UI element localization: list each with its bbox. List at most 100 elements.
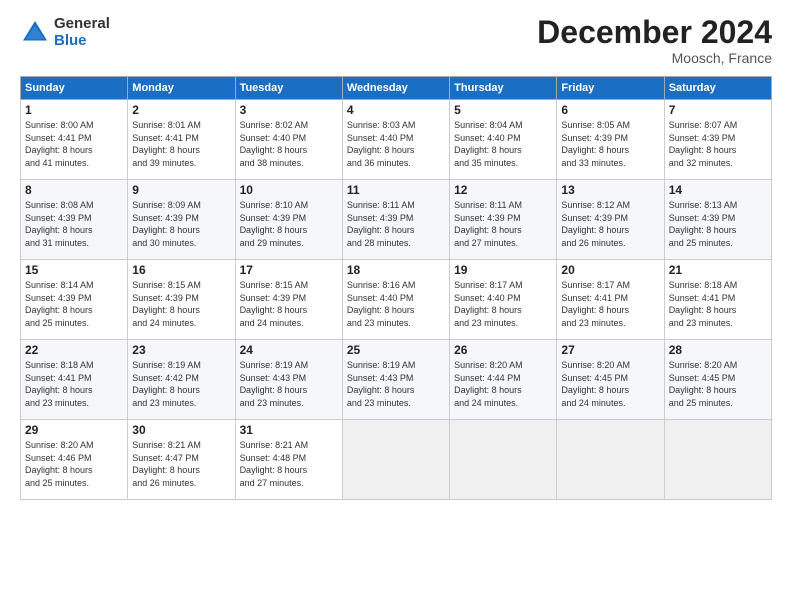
day-cell: 19 Sunrise: 8:17 AM Sunset: 4:40 PM Dayli… — [450, 260, 557, 340]
day-number: 31 — [240, 423, 338, 437]
day-info: Sunrise: 8:19 AM Sunset: 4:43 PM Dayligh… — [240, 359, 338, 409]
day-cell: 3 Sunrise: 8:02 AM Sunset: 4:40 PM Daylig… — [235, 100, 342, 180]
day-number: 19 — [454, 263, 552, 277]
day-info: Sunrise: 8:03 AM Sunset: 4:40 PM Dayligh… — [347, 119, 445, 169]
day-info: Sunrise: 8:19 AM Sunset: 4:43 PM Dayligh… — [347, 359, 445, 409]
day-number: 11 — [347, 183, 445, 197]
day-info: Sunrise: 8:15 AM Sunset: 4:39 PM Dayligh… — [240, 279, 338, 329]
day-cell: 6 Sunrise: 8:05 AM Sunset: 4:39 PM Daylig… — [557, 100, 664, 180]
day-cell: 14 Sunrise: 8:13 AM Sunset: 4:39 PM Dayli… — [664, 180, 771, 260]
day-number: 18 — [347, 263, 445, 277]
day-info: Sunrise: 8:16 AM Sunset: 4:40 PM Dayligh… — [347, 279, 445, 329]
col-header-saturday: Saturday — [664, 77, 771, 100]
day-cell: 7 Sunrise: 8:07 AM Sunset: 4:39 PM Daylig… — [664, 100, 771, 180]
day-number: 15 — [25, 263, 123, 277]
day-info: Sunrise: 8:09 AM Sunset: 4:39 PM Dayligh… — [132, 199, 230, 249]
day-info: Sunrise: 8:13 AM Sunset: 4:39 PM Dayligh… — [669, 199, 767, 249]
day-cell: 5Sunrise: 8:04 AM Sunset: 4:40 PM Daylig… — [450, 100, 557, 180]
day-cell: 12 Sunrise: 8:11 AM Sunset: 4:39 PM Dayli… — [450, 180, 557, 260]
logo-blue: Blue — [54, 33, 110, 50]
day-cell: 28 Sunrise: 8:20 AM Sunset: 4:45 PM Dayli… — [664, 340, 771, 420]
day-info: Sunrise: 8:15 AM Sunset: 4:39 PM Dayligh… — [132, 279, 230, 329]
day-info: Sunrise: 8:14 AM Sunset: 4:39 PM Dayligh… — [25, 279, 123, 329]
day-cell: 18 Sunrise: 8:16 AM Sunset: 4:40 PM Dayli… — [342, 260, 449, 340]
day-number: 17 — [240, 263, 338, 277]
day-info: Sunrise: 8:01 AM Sunset: 4:41 PM Dayligh… — [132, 119, 230, 169]
title-month: December 2024 — [537, 16, 772, 48]
col-header-thursday: Thursday — [450, 77, 557, 100]
title-block: December 2024 Moosch, France — [537, 16, 772, 66]
day-info: Sunrise: 8:17 AM Sunset: 4:40 PM Dayligh… — [454, 279, 552, 329]
week-row-3: 15 Sunrise: 8:14 AM Sunset: 4:39 PM Dayli… — [21, 260, 772, 340]
day-info: Sunrise: 8:21 AM Sunset: 4:48 PM Dayligh… — [240, 439, 338, 489]
day-cell: 2Sunrise: 8:01 AM Sunset: 4:41 PM Daylig… — [128, 100, 235, 180]
day-cell: 20 Sunrise: 8:17 AM Sunset: 4:41 PM Dayli… — [557, 260, 664, 340]
day-number: 6 — [561, 103, 659, 117]
calendar-table: SundayMondayTuesdayWednesdayThursdayFrid… — [20, 76, 772, 500]
calendar-header-row: SundayMondayTuesdayWednesdayThursdayFrid… — [21, 77, 772, 100]
week-row-5: 29Sunrise: 8:20 AM Sunset: 4:46 PM Dayli… — [21, 420, 772, 500]
day-cell: 25 Sunrise: 8:19 AM Sunset: 4:43 PM Dayli… — [342, 340, 449, 420]
day-number: 26 — [454, 343, 552, 357]
day-number: 14 — [669, 183, 767, 197]
day-info: Sunrise: 8:18 AM Sunset: 4:41 PM Dayligh… — [669, 279, 767, 329]
day-info: Sunrise: 8:08 AM Sunset: 4:39 PM Dayligh… — [25, 199, 123, 249]
day-info: Sunrise: 8:21 AM Sunset: 4:47 PM Dayligh… — [132, 439, 230, 489]
day-number: 3 — [240, 103, 338, 117]
day-cell: 23Sunrise: 8:19 AM Sunset: 4:42 PM Dayli… — [128, 340, 235, 420]
week-row-1: 1Sunrise: 8:00 AM Sunset: 4:41 PM Daylig… — [21, 100, 772, 180]
day-cell — [342, 420, 449, 500]
day-cell: 16 Sunrise: 8:15 AM Sunset: 4:39 PM Dayli… — [128, 260, 235, 340]
week-row-2: 8Sunrise: 8:08 AM Sunset: 4:39 PM Daylig… — [21, 180, 772, 260]
day-number: 22 — [25, 343, 123, 357]
day-info: Sunrise: 8:02 AM Sunset: 4:40 PM Dayligh… — [240, 119, 338, 169]
day-cell — [557, 420, 664, 500]
day-cell: 13 Sunrise: 8:12 AM Sunset: 4:39 PM Dayli… — [557, 180, 664, 260]
day-number: 9 — [132, 183, 230, 197]
day-cell: 8Sunrise: 8:08 AM Sunset: 4:39 PM Daylig… — [21, 180, 128, 260]
day-number: 29 — [25, 423, 123, 437]
day-info: Sunrise: 8:11 AM Sunset: 4:39 PM Dayligh… — [347, 199, 445, 249]
day-info: Sunrise: 8:20 AM Sunset: 4:45 PM Dayligh… — [669, 359, 767, 409]
day-cell: 31 Sunrise: 8:21 AM Sunset: 4:48 PM Dayli… — [235, 420, 342, 500]
day-cell: 26Sunrise: 8:20 AM Sunset: 4:44 PM Dayli… — [450, 340, 557, 420]
day-info: Sunrise: 8:20 AM Sunset: 4:45 PM Dayligh… — [561, 359, 659, 409]
day-number: 20 — [561, 263, 659, 277]
day-info: Sunrise: 8:18 AM Sunset: 4:41 PM Dayligh… — [25, 359, 123, 409]
day-number: 25 — [347, 343, 445, 357]
col-header-tuesday: Tuesday — [235, 77, 342, 100]
col-header-wednesday: Wednesday — [342, 77, 449, 100]
day-cell: 11 Sunrise: 8:11 AM Sunset: 4:39 PM Dayli… — [342, 180, 449, 260]
day-cell: 30Sunrise: 8:21 AM Sunset: 4:47 PM Dayli… — [128, 420, 235, 500]
day-number: 12 — [454, 183, 552, 197]
day-info: Sunrise: 8:11 AM Sunset: 4:39 PM Dayligh… — [454, 199, 552, 249]
page: General Blue December 2024 Moosch, Franc… — [0, 0, 792, 612]
day-info: Sunrise: 8:05 AM Sunset: 4:39 PM Dayligh… — [561, 119, 659, 169]
day-cell: 10Sunrise: 8:10 AM Sunset: 4:39 PM Dayli… — [235, 180, 342, 260]
day-info: Sunrise: 8:00 AM Sunset: 4:41 PM Dayligh… — [25, 119, 123, 169]
day-number: 21 — [669, 263, 767, 277]
day-number: 13 — [561, 183, 659, 197]
col-header-sunday: Sunday — [21, 77, 128, 100]
day-cell: 29Sunrise: 8:20 AM Sunset: 4:46 PM Dayli… — [21, 420, 128, 500]
day-info: Sunrise: 8:17 AM Sunset: 4:41 PM Dayligh… — [561, 279, 659, 329]
day-number: 28 — [669, 343, 767, 357]
day-info: Sunrise: 8:19 AM Sunset: 4:42 PM Dayligh… — [132, 359, 230, 409]
day-number: 27 — [561, 343, 659, 357]
day-cell: 9 Sunrise: 8:09 AM Sunset: 4:39 PM Daylig… — [128, 180, 235, 260]
day-cell: 21 Sunrise: 8:18 AM Sunset: 4:41 PM Dayli… — [664, 260, 771, 340]
day-cell: 24 Sunrise: 8:19 AM Sunset: 4:43 PM Dayli… — [235, 340, 342, 420]
day-cell: 1Sunrise: 8:00 AM Sunset: 4:41 PM Daylig… — [21, 100, 128, 180]
day-cell — [664, 420, 771, 500]
day-info: Sunrise: 8:12 AM Sunset: 4:39 PM Dayligh… — [561, 199, 659, 249]
day-number: 7 — [669, 103, 767, 117]
logo-general: General — [54, 16, 110, 33]
day-number: 16 — [132, 263, 230, 277]
col-header-friday: Friday — [557, 77, 664, 100]
logo-text: General Blue — [54, 16, 110, 49]
day-number: 24 — [240, 343, 338, 357]
day-cell: 17 Sunrise: 8:15 AM Sunset: 4:39 PM Dayli… — [235, 260, 342, 340]
day-info: Sunrise: 8:10 AM Sunset: 4:39 PM Dayligh… — [240, 199, 338, 249]
day-number: 4 — [347, 103, 445, 117]
day-info: Sunrise: 8:07 AM Sunset: 4:39 PM Dayligh… — [669, 119, 767, 169]
